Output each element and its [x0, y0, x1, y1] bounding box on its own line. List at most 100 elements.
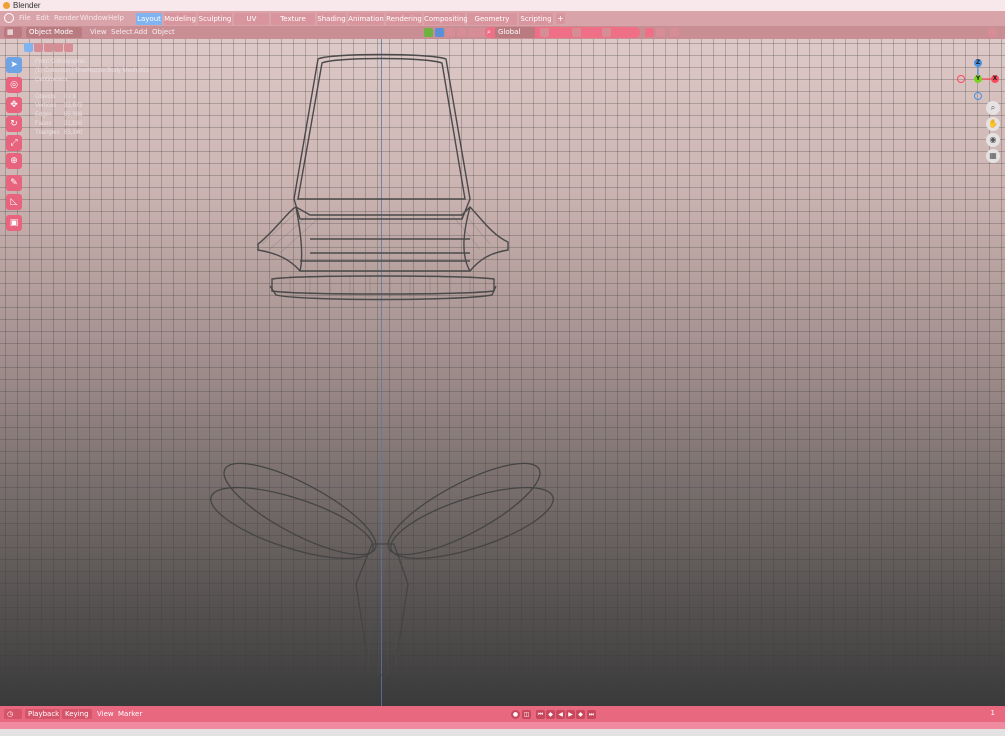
tab-texture-paint[interactable]: Texture Paint	[271, 13, 315, 35]
play-icon[interactable]: ▶	[566, 710, 575, 719]
stat-faces-label: Faces	[35, 121, 52, 127]
menu-view[interactable]: View	[90, 27, 107, 38]
tool-cursor[interactable]: ◎	[6, 77, 22, 93]
add-workspace-button[interactable]: +	[556, 13, 565, 24]
menu-render[interactable]: Render	[54, 13, 79, 24]
tool-measure[interactable]: ◺	[6, 194, 22, 210]
falloff-icon[interactable]	[602, 28, 611, 37]
transform-orientation-selector[interactable]: Global	[495, 27, 535, 38]
blender-menu-icon[interactable]	[4, 13, 14, 23]
timeline-scrubber[interactable]	[0, 722, 1005, 729]
pan-hand-icon[interactable]: ✋	[986, 117, 1000, 131]
flower-mesh	[210, 462, 554, 676]
timeline-editor-type-button[interactable]: ◷	[4, 709, 22, 719]
window-title-bar: Blender	[0, 0, 1005, 11]
menu-window[interactable]: Window	[80, 13, 108, 24]
tab-geometry-nodes[interactable]: Geometry Nodes	[467, 13, 517, 35]
pivot-icon[interactable]	[540, 28, 549, 37]
collection-path: (1) Collection | BlueNozzle:Body Mesh.00…	[35, 68, 149, 74]
view-name: Front Orthographic	[35, 59, 86, 65]
transform-icon: ⊕	[10, 156, 18, 166]
playback-menu[interactable]: Playback	[25, 709, 60, 719]
stat-edges-label: Edges	[35, 112, 53, 118]
camera-icon[interactable]: ◉	[986, 133, 1000, 147]
viewport-options-icon[interactable]	[670, 28, 679, 37]
tool-annotate[interactable]: ✎	[6, 175, 22, 191]
timeline-menu-view[interactable]: View	[97, 709, 114, 719]
mode-selector[interactable]: Object Mode	[26, 27, 82, 38]
menu-object[interactable]: Object	[152, 27, 175, 38]
stat-vertices-value: 33,973	[64, 103, 83, 109]
gizmo-x-axis[interactable]: X	[991, 75, 999, 83]
current-frame[interactable]: 1	[991, 709, 995, 717]
visibility-icon[interactable]	[645, 28, 654, 37]
zoom-icon[interactable]: ⌕	[986, 101, 1000, 115]
measure-icon: ◺	[10, 197, 18, 207]
annotate-icon: ✎	[10, 178, 18, 188]
stat-triangles-label: Triangles	[35, 130, 60, 136]
tool-rotate[interactable]: ↻	[6, 116, 22, 132]
stat-edges-value: 65,888	[64, 112, 83, 118]
tool-select-box[interactable]: ➤	[6, 57, 22, 73]
grid-perspective-icon[interactable]: ▦	[986, 149, 1000, 163]
select-mode-icon[interactable]	[435, 28, 444, 37]
overlay-icon[interactable]	[457, 28, 466, 37]
tab-rendering[interactable]: Rendering	[386, 13, 422, 25]
gizmo-toggle-icon[interactable]	[656, 28, 665, 37]
tab-modeling[interactable]: Modeling	[164, 13, 196, 25]
auto-key-icon[interactable]: ◫	[522, 710, 531, 719]
jump-end-icon[interactable]: ⏭	[587, 710, 596, 719]
timeline-menu-marker[interactable]: Marker	[118, 709, 142, 719]
tab-layout[interactable]: Layout	[136, 13, 162, 25]
menu-edit[interactable]: Edit	[36, 13, 50, 24]
jump-start-icon[interactable]: ⏮	[536, 710, 545, 719]
gizmo-neg-x-axis[interactable]	[957, 75, 965, 83]
prev-keyframe-icon[interactable]: ◆	[546, 710, 555, 719]
blender-logo-icon	[3, 2, 10, 9]
next-keyframe-icon[interactable]: ◆	[576, 710, 585, 719]
tab-sculpting[interactable]: Sculpting	[198, 13, 232, 25]
select-mode-invert-icon[interactable]	[54, 43, 63, 52]
wireframe-meshes	[210, 53, 554, 676]
flower-mesh-detail	[358, 543, 406, 676]
select-mode-new-icon[interactable]	[24, 43, 33, 52]
tab-animation[interactable]: Animation	[348, 13, 384, 25]
tool-move[interactable]: ✥	[6, 97, 22, 113]
cursor-icon: ◎	[10, 80, 18, 90]
select-mode-subtract-icon[interactable]	[44, 43, 53, 52]
snap-icon[interactable]	[560, 28, 569, 37]
mode-label: Object Mode	[29, 28, 74, 36]
tab-shading[interactable]: Shading	[317, 13, 346, 25]
gizmo-neg-z-axis[interactable]	[974, 92, 982, 100]
proportional-edit-icon[interactable]	[591, 28, 600, 37]
select-mode-intersect-icon[interactable]	[64, 43, 73, 52]
chair-mesh	[257, 53, 509, 301]
tab-uv-editing[interactable]: UV Editing	[234, 13, 269, 35]
tool-scale[interactable]: ⤢	[6, 135, 22, 151]
keying-label: Keying	[65, 710, 89, 718]
menu-select[interactable]: Select	[111, 27, 133, 38]
keying-menu[interactable]: Keying	[62, 709, 92, 719]
editor-type-button[interactable]: ▦	[4, 27, 22, 38]
gizmo-y-axis[interactable]: Y	[974, 75, 982, 83]
scene-icon[interactable]	[424, 28, 433, 37]
header-options-icon[interactable]	[988, 28, 997, 37]
record-keyframe-icon[interactable]: ●	[511, 710, 520, 719]
menu-help[interactable]: Help	[108, 13, 124, 24]
filter-icon[interactable]	[476, 28, 485, 37]
tab-compositing[interactable]: Compositing	[424, 13, 468, 25]
snap-target-icon[interactable]	[572, 28, 581, 37]
tool-transform[interactable]: ⊕	[6, 153, 22, 169]
menu-file[interactable]: File	[19, 13, 31, 24]
tab-scripting[interactable]: Scripting	[519, 13, 553, 25]
move-icon: ✥	[10, 100, 18, 110]
gizmo-z-axis[interactable]: Z	[974, 59, 982, 67]
shading-icon[interactable]	[446, 28, 455, 37]
tool-add-cube[interactable]: ▣	[6, 215, 22, 231]
stat-objects-label: Objects	[35, 94, 56, 100]
units-label: Centimeters	[35, 77, 68, 83]
menu-add[interactable]: Add	[134, 27, 148, 38]
select-mode-extend-icon[interactable]	[34, 43, 43, 52]
play-reverse-icon[interactable]: ◀	[556, 710, 565, 719]
3d-viewport[interactable]: Front Orthographic (1) Collection | Blue…	[0, 39, 1005, 706]
